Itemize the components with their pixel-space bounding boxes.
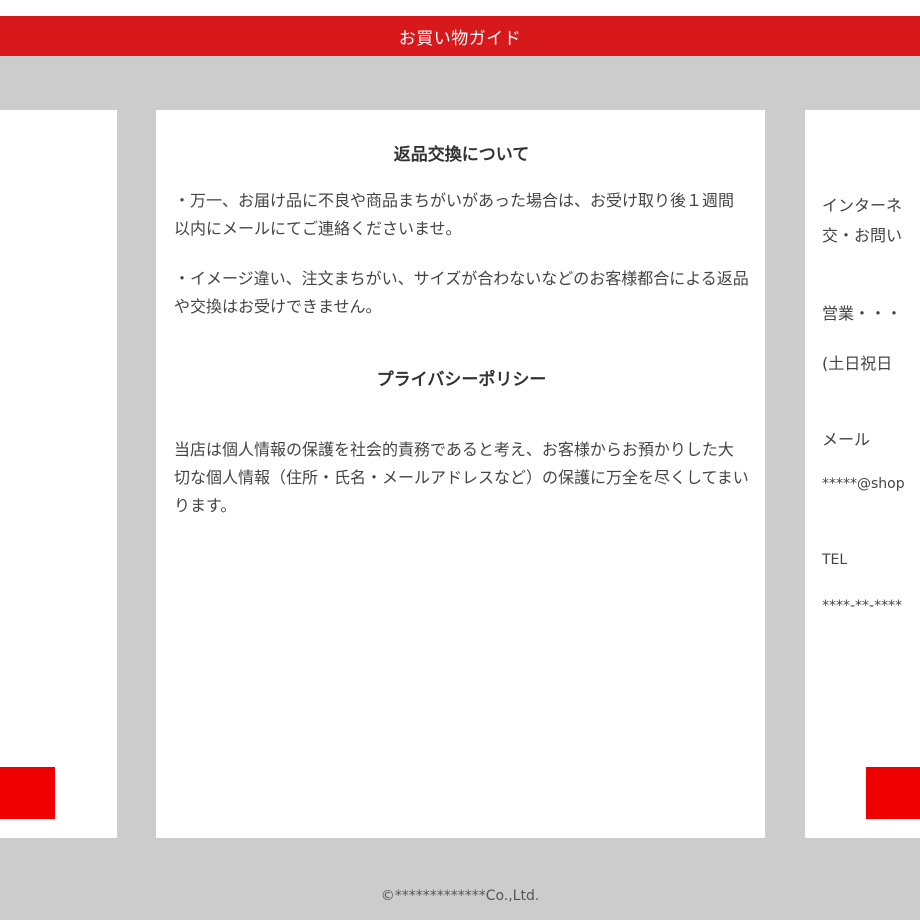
left-panel-button[interactable] — [0, 767, 55, 819]
returns-paragraph-1: ・万一、お届け品に不良や商品まちがいがあった場合は、お受け取り後１週間以内にメー… — [174, 191, 735, 238]
privacy-title: プライバシーポリシー — [376, 370, 547, 390]
mail-address: *****@shop — [822, 476, 905, 492]
top-strip — [0, 0, 920, 16]
privacy-paragraph: 当店は個人情報の保護を社会的責務であると考え、お客様からお預かりした大切な個人情… — [174, 440, 749, 515]
right-intro-line-1: インターネ — [822, 196, 903, 215]
tel-label: TEL — [822, 552, 848, 568]
right-intro-line-2: 交・お問い — [822, 226, 903, 245]
returns-paragraph-2: ・イメージ違い、注文まちがい、サイズが合わないなどのお客様都合による返品や交換は… — [174, 269, 749, 316]
holiday-label: (土日祝日 — [822, 354, 893, 373]
tel-number: ****-**-**** — [822, 598, 903, 614]
panel-right — [805, 110, 920, 838]
footer-copyright: ©*************Co.,Ltd. — [380, 888, 540, 904]
center-content: 返品交換について ・万一、お届け品に不良や商品まちがいがあった場合は、お受け取り… — [174, 140, 749, 520]
business-hours-label: 営業・・・ — [822, 304, 903, 323]
right-panel-button[interactable] — [866, 767, 920, 819]
panel-left — [0, 110, 117, 838]
shopping-guide-header: お買い物ガイド — [0, 16, 920, 56]
header-title: お買い物ガイド — [398, 28, 522, 49]
mail-label: メール — [822, 430, 871, 449]
returns-title: 返品交換について — [393, 145, 530, 165]
